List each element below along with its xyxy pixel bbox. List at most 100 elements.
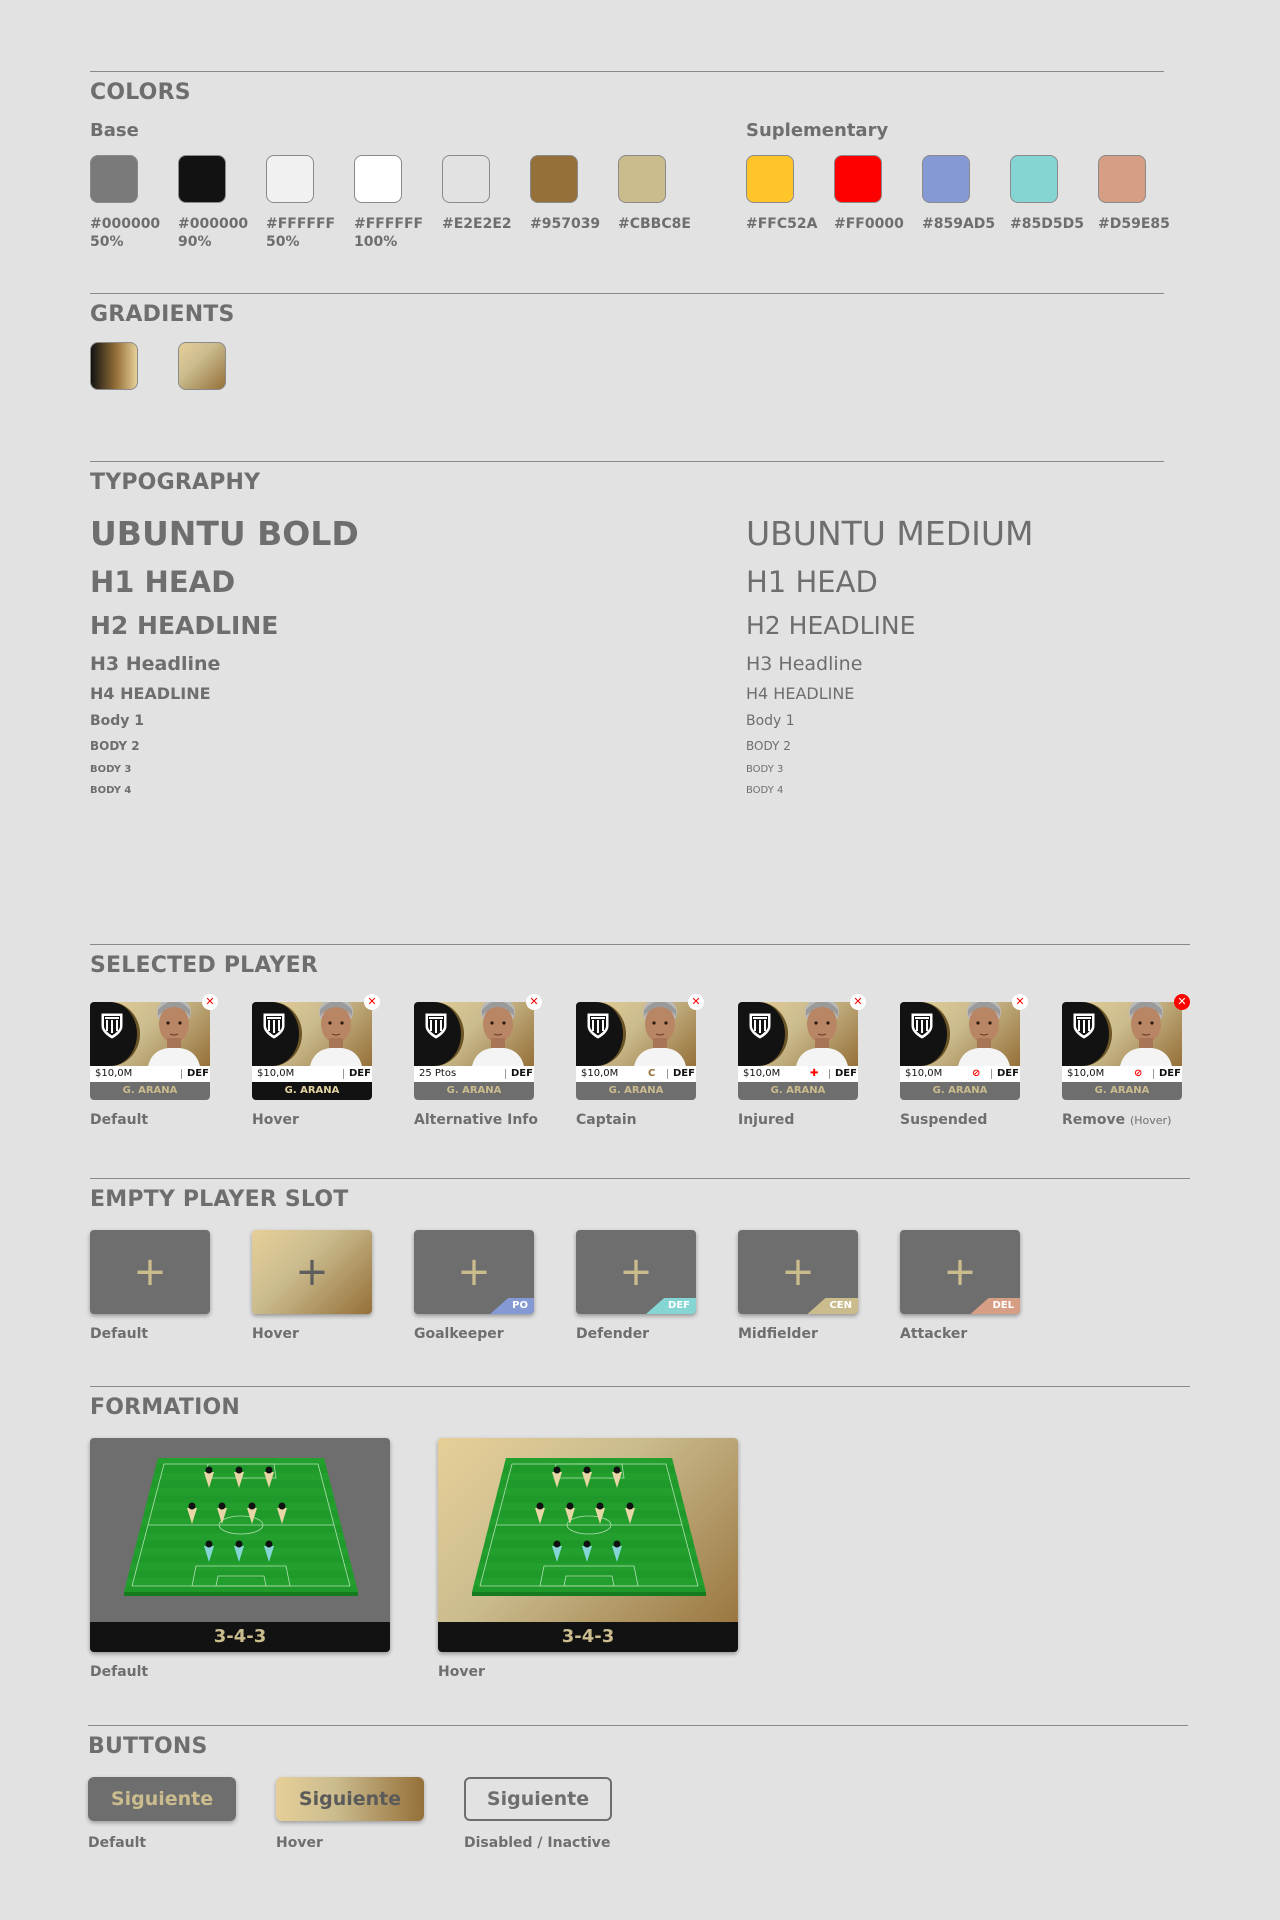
- color-swatch: #85D5D5: [1010, 155, 1090, 233]
- color-swatch: #FFFFFF 100%: [354, 155, 434, 251]
- state-name: Alternative Info: [414, 1112, 539, 1128]
- empty-player-slot[interactable]: + Hover: [252, 1230, 374, 1342]
- body3-sample: BODY 3: [746, 764, 784, 775]
- player-card[interactable]: ✕ $10,0M ✚ DEF G. ARANA Injured: [738, 994, 866, 1128]
- slot-button[interactable]: +: [252, 1230, 372, 1314]
- player-card[interactable]: ✕ $10,0M ⊘ DEF G. ARANA Remove (Hover): [1062, 994, 1190, 1128]
- player-avatar: [472, 1002, 524, 1066]
- divider: [829, 1069, 830, 1079]
- divider: [343, 1069, 344, 1079]
- formation-card[interactable]: 3-4-3 Hover: [438, 1438, 740, 1680]
- player-name: G. ARANA: [900, 1082, 1020, 1100]
- player-avatar: [310, 1002, 362, 1066]
- club-shield-icon: [586, 1012, 610, 1040]
- player-value: $10,0M: [257, 1068, 295, 1079]
- player-name: G. ARANA: [1062, 1082, 1182, 1100]
- slot-state-label: Defender: [576, 1326, 650, 1342]
- buttons-title: BUTTONS: [88, 1734, 208, 1759]
- formation-title: FORMATION: [90, 1395, 240, 1420]
- swatch-label: #FF0000: [834, 216, 904, 232]
- swatch-chip: [618, 155, 666, 203]
- player-avatar: [958, 1002, 1010, 1066]
- empty-player-slot[interactable]: + Default: [90, 1230, 212, 1342]
- player-card[interactable]: ✕ $10,0M DEF G. ARANA Hover: [252, 994, 380, 1128]
- player-position: DEF: [835, 1068, 857, 1079]
- player-value: $10,0M: [743, 1068, 781, 1079]
- swatch-chip: [266, 155, 314, 203]
- player-card-photo: ✕: [414, 994, 542, 1066]
- body2-sample: BODY 2: [90, 739, 140, 753]
- player-info-bar: $10,0M DEF: [90, 1066, 210, 1082]
- font-name: UBUNTU BOLD: [90, 514, 359, 553]
- player-value: $10,0M: [581, 1068, 619, 1079]
- swatch-label: #FFFFFF 50%: [266, 216, 336, 250]
- empty-player-slot[interactable]: + DEL Attacker: [900, 1230, 1022, 1342]
- swatch-chip: [746, 155, 794, 203]
- close-icon[interactable]: ✕: [202, 994, 218, 1010]
- slot-button[interactable]: + PO: [414, 1230, 534, 1314]
- close-icon[interactable]: ✕: [364, 994, 380, 1010]
- gradient-swatch-dark: [90, 342, 138, 390]
- formation-button[interactable]: 3-4-3: [438, 1438, 738, 1652]
- empty-player-slot[interactable]: + PO Goalkeeper: [414, 1230, 536, 1342]
- card-state-label: Alternative Info: [414, 1112, 539, 1128]
- close-icon[interactable]: ✕: [526, 994, 542, 1010]
- player-card[interactable]: ✕ 25 Ptos DEF G. ARANA Alternative Info: [414, 994, 542, 1128]
- slot-button[interactable]: + DEL: [900, 1230, 1020, 1314]
- formation-card[interactable]: 3-4-3 Default: [90, 1438, 392, 1680]
- slot-state-label: Midfielder: [738, 1326, 818, 1342]
- swatch-chip: [530, 155, 578, 203]
- slot-button[interactable]: + DEF: [576, 1230, 696, 1314]
- close-icon[interactable]: ✕: [850, 994, 866, 1010]
- color-swatch: #FFC52A: [746, 155, 826, 233]
- close-icon[interactable]: ✕: [688, 994, 704, 1010]
- swatch-label: #000000 50%: [90, 216, 161, 250]
- empty-player-slot[interactable]: + DEF Defender: [576, 1230, 698, 1342]
- formation-button[interactable]: 3-4-3: [90, 1438, 390, 1652]
- divider: [90, 461, 1164, 462]
- status-mark-icon: ✚: [810, 1068, 819, 1079]
- player-card-photo: ✕: [90, 994, 218, 1066]
- swatch-chip: [834, 155, 882, 203]
- slot-button[interactable]: + CEN: [738, 1230, 858, 1314]
- h1-sample: H1 HEAD: [746, 565, 878, 599]
- player-card[interactable]: ✕ $10,0M C DEF G. ARANA Captain: [576, 994, 704, 1128]
- player-value: $10,0M: [905, 1068, 943, 1079]
- color-swatch: #CBBC8E: [618, 155, 698, 233]
- player-value: $10,0M: [95, 1068, 133, 1079]
- close-icon[interactable]: ✕: [1012, 994, 1028, 1010]
- club-shield-icon: [100, 1012, 124, 1040]
- pitch-diagram-icon: [118, 1456, 364, 1598]
- swatch-label: #CBBC8E: [618, 216, 691, 232]
- player-card[interactable]: ✕ $10,0M DEF G. ARANA Default: [90, 994, 218, 1128]
- slot-button[interactable]: +: [90, 1230, 210, 1314]
- player-card[interactable]: ✕ $10,0M ⊘ DEF G. ARANA Suspended: [900, 994, 1028, 1128]
- player-name: G. ARANA: [414, 1082, 534, 1100]
- player-position: DEF: [997, 1068, 1019, 1079]
- close-icon[interactable]: ✕: [1174, 994, 1190, 1010]
- empty-player-slot[interactable]: + CEN Midfielder: [738, 1230, 860, 1342]
- swatch-chip: [922, 155, 970, 203]
- player-avatar: [148, 1002, 200, 1066]
- swatch-label: #000000 90%: [178, 216, 249, 250]
- state-name: Default: [90, 1112, 149, 1128]
- slot-state-label: Default: [90, 1326, 149, 1342]
- next-button[interactable]: Siguiente: [88, 1777, 236, 1821]
- player-name: G. ARANA: [252, 1082, 372, 1100]
- next-button[interactable]: Siguiente: [276, 1777, 424, 1821]
- h3-sample: H3 Headline: [746, 653, 863, 675]
- player-card-photo: ✕: [252, 994, 380, 1066]
- swatch-label: #859AD5: [922, 216, 996, 232]
- state-name: Injured: [738, 1112, 795, 1128]
- player-info-bar: $10,0M C DEF: [576, 1066, 696, 1082]
- swatch-label: #957039: [530, 216, 601, 232]
- player-position: DEF: [349, 1068, 371, 1079]
- body1-sample: Body 1: [90, 713, 145, 729]
- button-sample-default: Siguiente Default: [88, 1777, 236, 1851]
- divider: [90, 293, 1164, 294]
- state-note: (Hover): [1129, 1114, 1172, 1127]
- typography-bold-column: UBUNTU BOLD H1 HEAD H2 HEADLINE H3 Headl…: [90, 514, 359, 797]
- body1-sample: Body 1: [746, 713, 795, 729]
- h4-sample: H4 HEADLINE: [746, 684, 855, 703]
- color-swatch: #D59E85: [1098, 155, 1178, 233]
